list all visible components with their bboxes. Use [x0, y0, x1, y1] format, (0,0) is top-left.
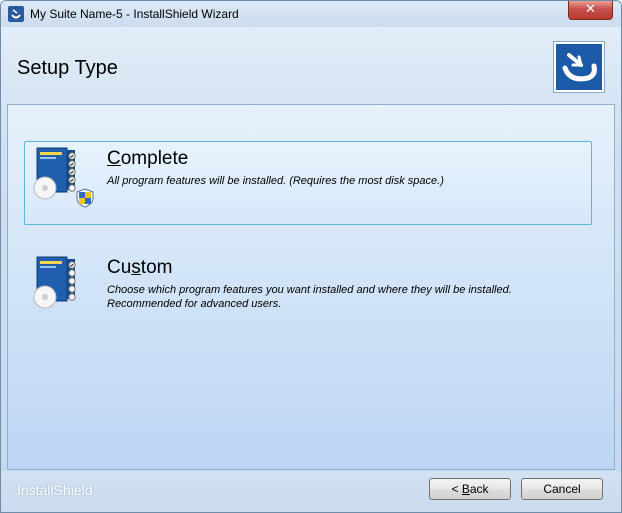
installshield-wizard-window: My Suite Name-5 - InstallShield Wizard ✕…	[0, 0, 622, 513]
wizard-header: Setup Type	[1, 27, 621, 103]
installshield-brand-label: InstallShield	[17, 482, 93, 498]
installshield-logo-icon	[554, 42, 604, 92]
software-box-cd-icon	[31, 146, 97, 208]
window-title: My Suite Name-5 - InstallShield Wizard	[30, 7, 239, 21]
setup-type-panel: Complete All program features will be in…	[7, 104, 615, 470]
option-custom[interactable]: Custom Choose which program features you…	[24, 250, 592, 334]
close-icon: ✕	[585, 2, 596, 17]
close-button[interactable]: ✕	[568, 1, 613, 20]
cancel-button[interactable]: Cancel	[521, 478, 603, 500]
option-complete-title: Complete	[107, 148, 189, 169]
page-title: Setup Type	[17, 57, 118, 79]
uac-shield-icon	[76, 188, 94, 208]
app-icon[interactable]	[8, 6, 24, 22]
option-custom-description: Choose which program features you want i…	[107, 284, 512, 310]
option-complete-description: All program features will be installed. …	[107, 175, 444, 187]
software-box-cd-icon	[31, 255, 97, 317]
option-complete[interactable]: Complete All program features will be in…	[24, 141, 592, 225]
back-button[interactable]: < Back	[429, 478, 511, 500]
title-bar: My Suite Name-5 - InstallShield Wizard ✕	[1, 1, 621, 27]
wizard-footer: InstallShield < Back Cancel	[1, 471, 621, 512]
option-custom-title: Custom	[107, 257, 173, 278]
